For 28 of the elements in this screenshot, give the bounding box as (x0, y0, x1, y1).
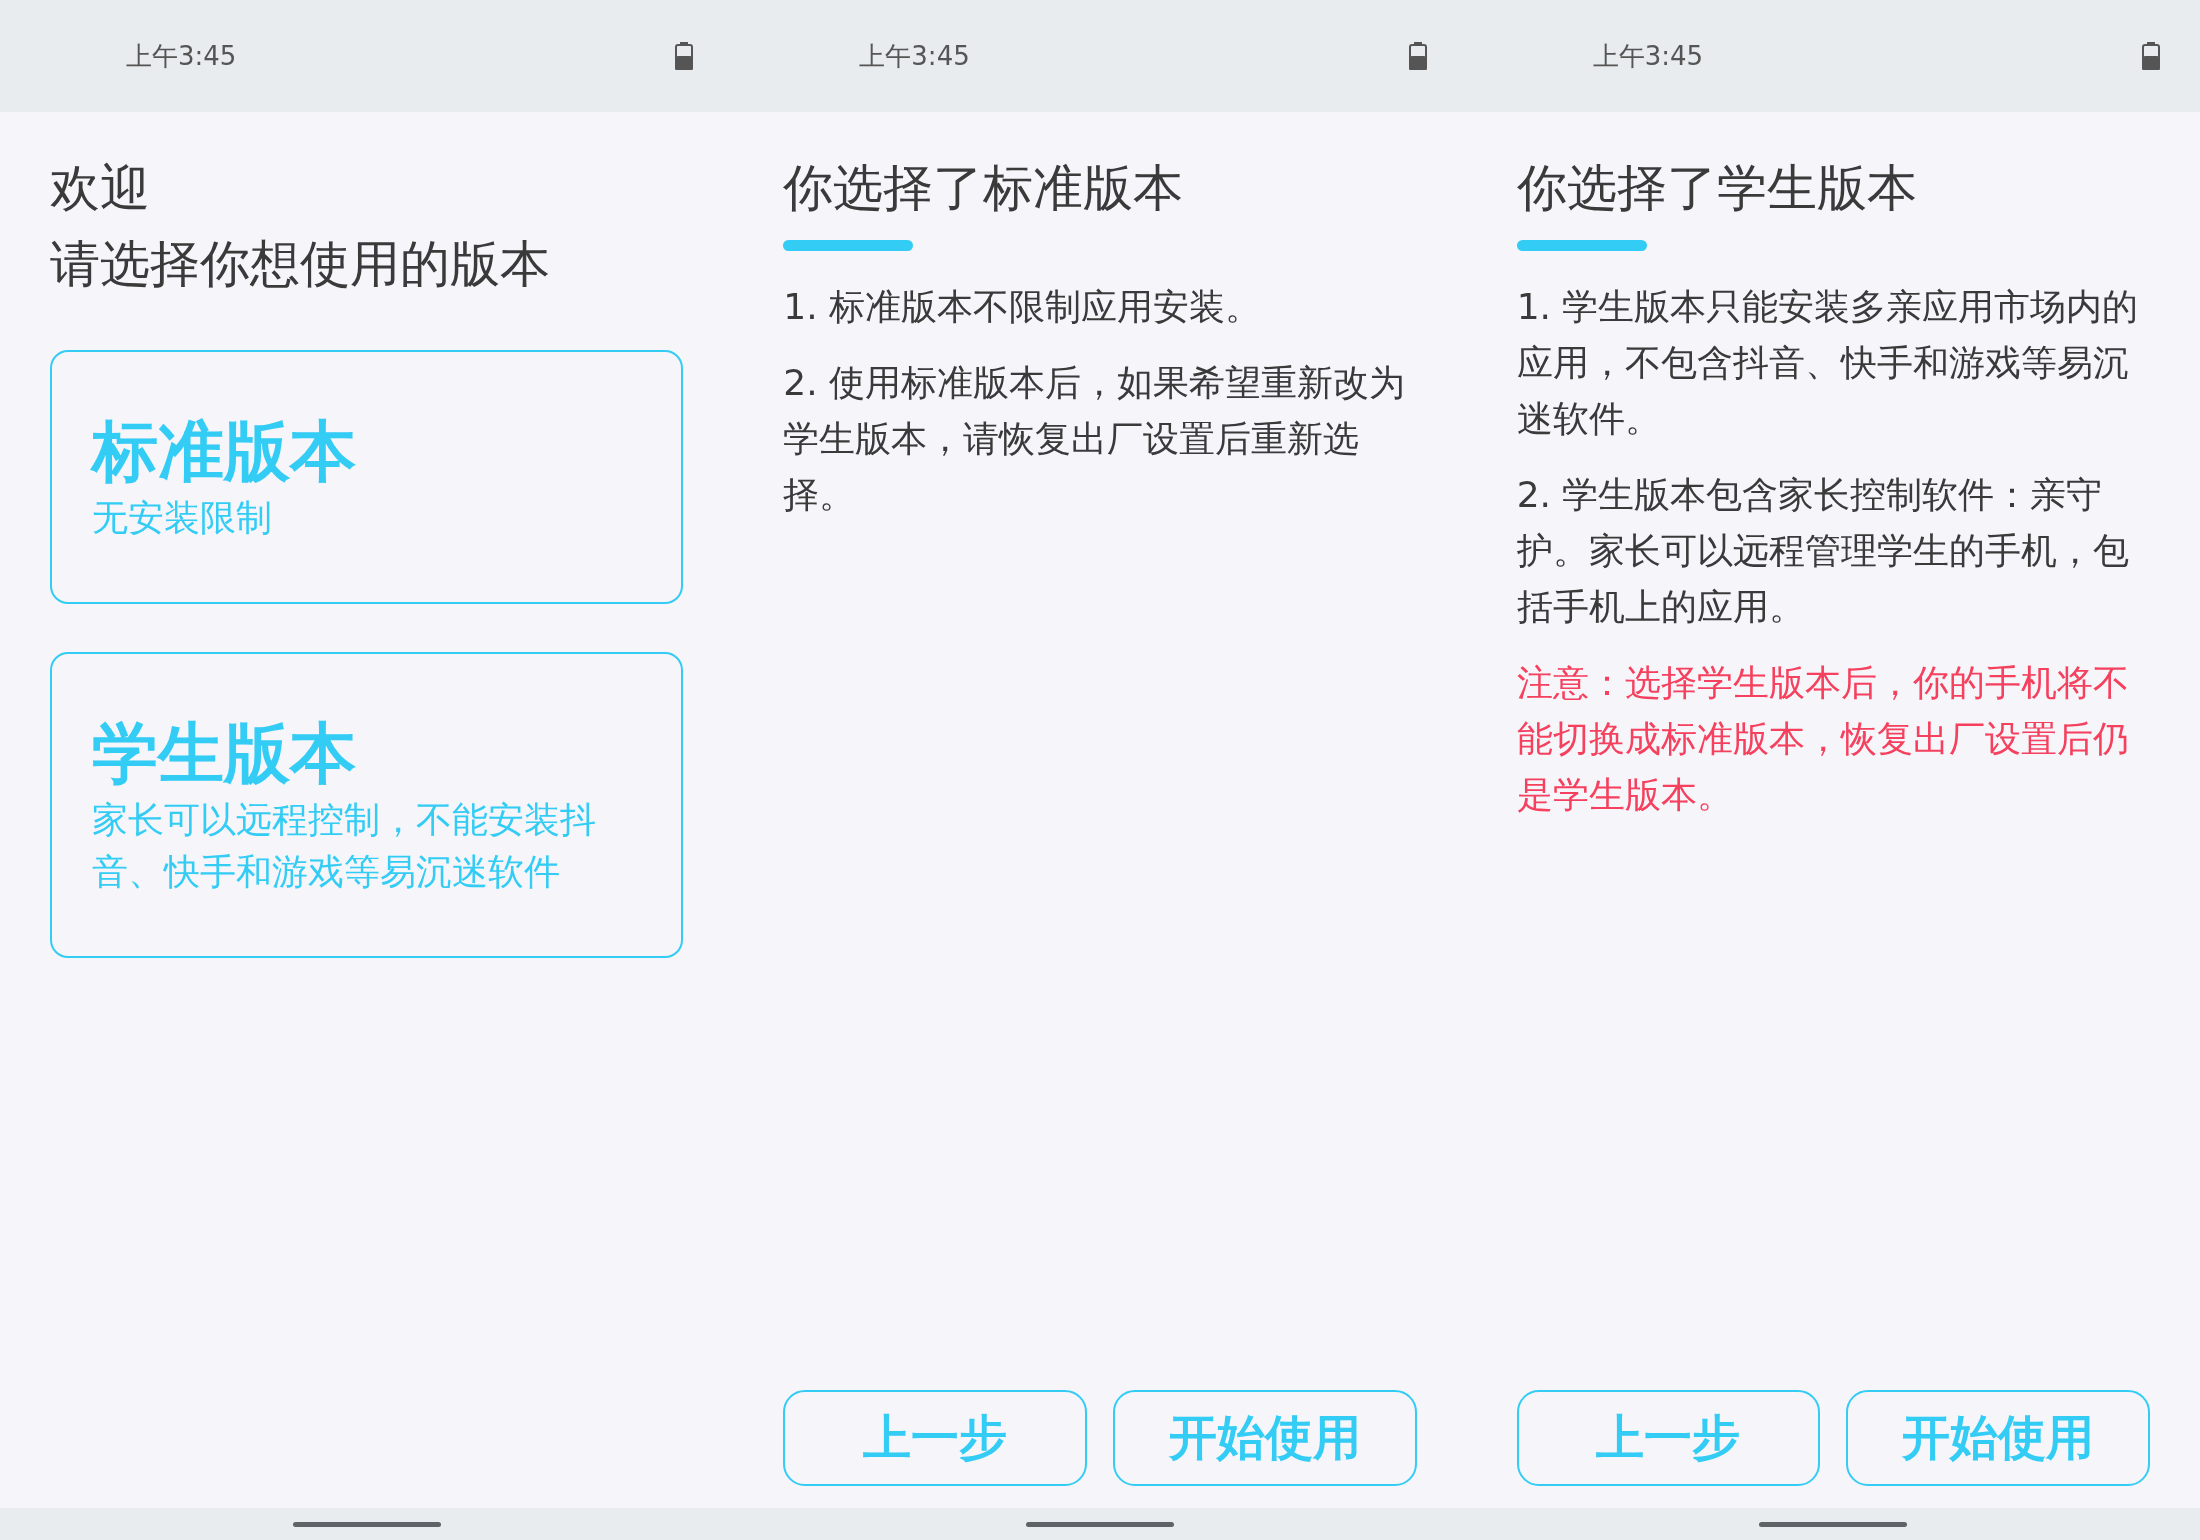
battery-icon (2142, 42, 2160, 70)
warning-text: 注意：选择学生版本后，你的手机将不能切换成标准版本，恢复出厂设置后仍是学生版本。 (1516, 661, 2130, 817)
back-button[interactable]: 上一步 (1516, 1390, 1821, 1486)
home-indicator[interactable] (292, 1521, 441, 1527)
info-paragraph: 2. 学生版本包含家长控制软件：亲守护。家长可以远程管理学生的手机，包括手机上的应用。 (1516, 473, 2130, 629)
status-time: 上午3:45 (126, 39, 237, 73)
back-button[interactable]: 上一步 (783, 1390, 1087, 1486)
battery-icon (1408, 42, 1427, 70)
home-indicator[interactable] (1759, 1521, 1908, 1527)
version-option-card[interactable]: 学生版本 家长可以远程控制，不能安装抖音、快手和游戏等易沉迷软件 (50, 652, 684, 958)
start-button[interactable]: 开始使用 (1113, 1390, 1417, 1486)
heading: 你选择了学生版本 (1516, 158, 1918, 219)
info-paragraph: 2. 使用标准版本后，如果希望重新改为学生版本，请恢复出厂设置后重新选择。 (783, 361, 1407, 517)
option-title: 学生版本 (92, 714, 357, 794)
heading: 请选择你想使用的版本 (50, 234, 551, 295)
status-time: 上午3:45 (1592, 39, 1704, 73)
option-description: 家长可以远程控制，不能安装抖音、快手和游戏等易沉迷软件 (92, 798, 597, 894)
version-option-card[interactable]: 标准版本 无安装限制 (50, 350, 684, 604)
battery-icon (675, 42, 694, 70)
start-button[interactable]: 开始使用 (1846, 1390, 2150, 1486)
option-title: 标准版本 (92, 412, 357, 492)
info-paragraph: 1. 学生版本只能安装多亲应用市场内的应用，不包含抖音、快手和游戏等易沉迷软件。 (1516, 285, 2140, 441)
info-paragraph: 1. 标准版本不限制应用安装。 (783, 285, 1263, 329)
heading: 你选择了标准版本 (783, 158, 1185, 219)
status-time: 上午3:45 (859, 39, 970, 73)
option-description: 无安装限制 (92, 496, 273, 540)
heading: 欢迎 (50, 158, 151, 219)
home-indicator[interactable] (1026, 1521, 1174, 1527)
